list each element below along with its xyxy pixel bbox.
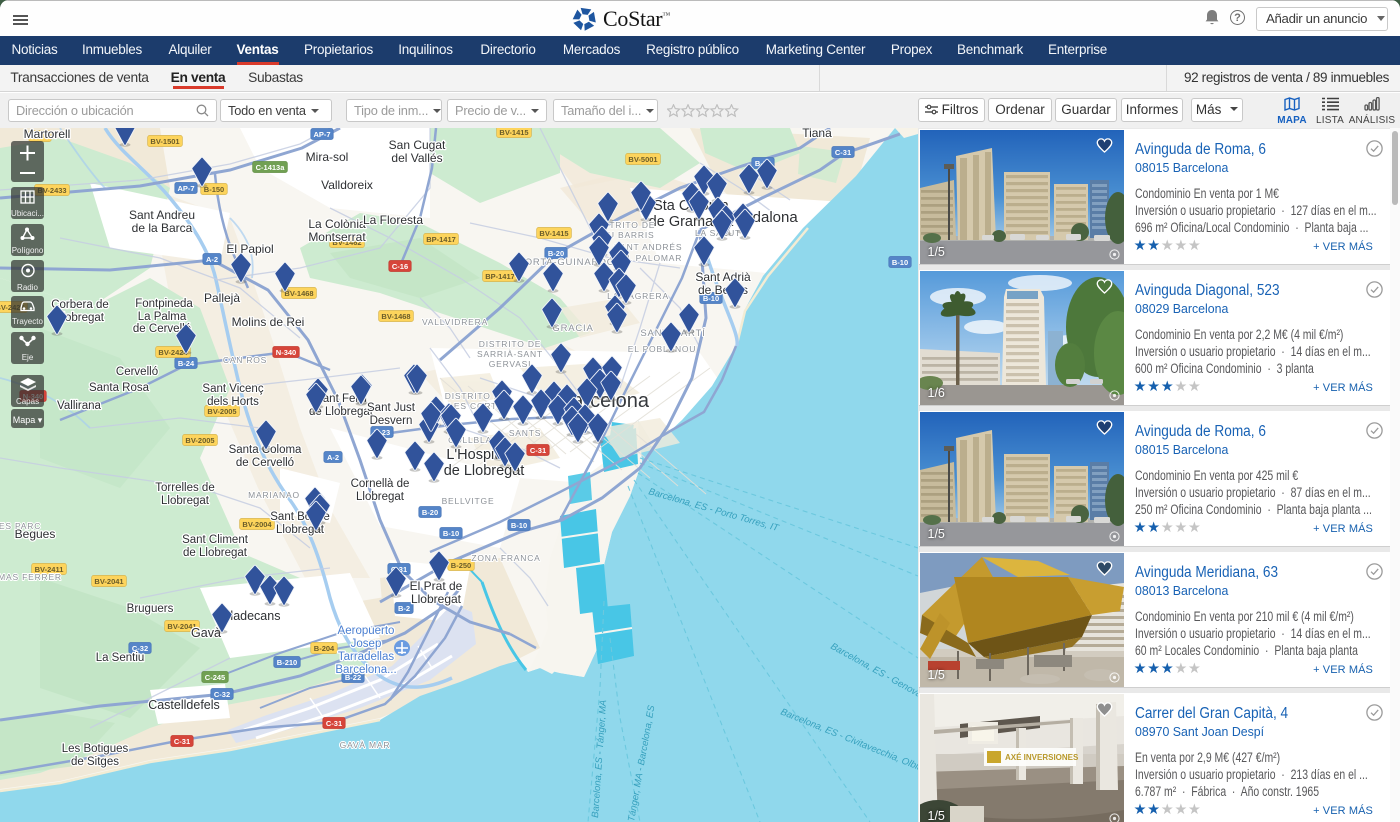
svg-text:Torrelles de: Torrelles de: [155, 482, 214, 494]
svg-text:Martorell: Martorell: [24, 128, 71, 141]
svg-text:GERVASI: GERVASI: [489, 359, 532, 369]
svg-text:San Cugat: San Cugat: [389, 138, 446, 152]
svg-text:Sant Andreu: Sant Andreu: [129, 208, 195, 222]
svg-text:Les Botigues: Les Botigues: [62, 743, 129, 755]
svg-text:SANTS: SANTS: [509, 428, 541, 438]
svg-text:AXÉ INVERSIONES: AXÉ INVERSIONES: [1005, 753, 1079, 762]
svg-text:Cervelló: Cervelló: [116, 366, 158, 378]
svg-text:BV-2004: BV-2004: [242, 520, 272, 529]
svg-text:de la Barca: de la Barca: [132, 221, 193, 235]
svg-text:EL POBLENOU: EL POBLENOU: [628, 344, 696, 354]
svg-text:B-10: B-10: [511, 521, 527, 530]
svg-text:BP-1417: BP-1417: [485, 272, 515, 281]
svg-text:Barcelona...: Barcelona...: [335, 664, 396, 676]
svg-text:Llobregat: Llobregat: [356, 491, 405, 503]
svg-text:ES PARC: ES PARC: [0, 521, 41, 531]
svg-text:Valldoreix: Valldoreix: [321, 178, 373, 192]
svg-text:El Papiol: El Papiol: [226, 242, 273, 256]
svg-text:GRACIA: GRACIA: [552, 323, 593, 334]
svg-text:N-340: N-340: [276, 348, 296, 357]
svg-text:BELLVITGE: BELLVITGE: [442, 496, 495, 506]
svg-text:Sant Just: Sant Just: [367, 402, 416, 414]
svg-text:BV-1415: BV-1415: [539, 229, 568, 238]
svg-text:La Palma: La Palma: [138, 311, 187, 323]
svg-text:Tiana: Tiana: [802, 128, 832, 140]
svg-text:GAVÀ MAR: GAVÀ MAR: [340, 740, 391, 750]
svg-text:VALLVIDRERA: VALLVIDRERA: [422, 317, 488, 327]
svg-text:de Llobregat: de Llobregat: [183, 547, 248, 559]
svg-text:Montserrat: Montserrat: [308, 230, 366, 244]
svg-text:BV-2005: BV-2005: [207, 407, 236, 416]
svg-text:Vallirana: Vallirana: [57, 400, 101, 412]
svg-text:C-31: C-31: [174, 737, 190, 746]
svg-text:C-1413a: C-1413a: [256, 163, 286, 172]
svg-text:B-210: B-210: [277, 658, 297, 667]
svg-text:BV-5001: BV-5001: [628, 155, 657, 164]
svg-text:dels Horts: dels Horts: [207, 396, 259, 408]
svg-text:Sant Climent: Sant Climent: [182, 534, 249, 546]
svg-text:B-250: B-250: [451, 561, 471, 570]
svg-text:La Sentiu: La Sentiu: [96, 652, 145, 664]
svg-text:Molins de Rei: Molins de Rei: [232, 315, 305, 329]
svg-text:AP-7: AP-7: [313, 130, 330, 139]
svg-text:Gavà: Gavà: [191, 626, 221, 640]
svg-text:Sant Vicenç: Sant Vicenç: [202, 383, 263, 395]
svg-text:Fontpineda: Fontpineda: [135, 298, 193, 310]
svg-text:DISTRITO DE: DISTRITO DE: [479, 339, 541, 349]
svg-text:B-10: B-10: [892, 258, 908, 267]
svg-text:BV-1468: BV-1468: [381, 312, 410, 321]
svg-text:Santa Rosa: Santa Rosa: [89, 382, 150, 394]
svg-text:Cornellà de: Cornellà de: [351, 478, 410, 490]
svg-text:Tarradellas: Tarradellas: [338, 651, 394, 663]
svg-text:B-2: B-2: [398, 604, 410, 613]
svg-text:C-31: C-31: [326, 719, 342, 728]
svg-text:C-31: C-31: [835, 148, 851, 157]
svg-text:SARRIÀ-SANT: SARRIÀ-SANT: [477, 349, 543, 359]
svg-text:Llobregat: Llobregat: [161, 495, 210, 507]
svg-text:B-10: B-10: [443, 529, 459, 538]
svg-text:C-16: C-16: [392, 262, 408, 271]
svg-text:de Sitges: de Sitges: [71, 756, 119, 768]
svg-text:Mira-sol: Mira-sol: [306, 150, 349, 164]
svg-text:A-2: A-2: [206, 255, 218, 264]
svg-text:Sant Adrià: Sant Adrià: [695, 270, 751, 284]
svg-text:ZONA FRANCA: ZONA FRANCA: [471, 553, 540, 563]
svg-text:B-24: B-24: [178, 359, 195, 368]
svg-text:BV-2005: BV-2005: [185, 436, 214, 445]
svg-text:AP-7: AP-7: [177, 184, 194, 193]
svg-text:Desvern: Desvern: [370, 415, 413, 427]
svg-text:BV-2041: BV-2041: [94, 577, 123, 586]
svg-text:BV-1415: BV-1415: [499, 128, 528, 137]
svg-text:MAS FERRER: MAS FERRER: [0, 572, 62, 582]
svg-text:Josep: Josep: [351, 638, 382, 650]
svg-text:Castelldefels: Castelldefels: [148, 698, 220, 712]
svg-text:BP-1417: BP-1417: [426, 235, 456, 244]
svg-text:A-2: A-2: [327, 453, 339, 462]
svg-text:Llobregat: Llobregat: [411, 592, 462, 606]
svg-text:Pallejà: Pallejà: [204, 291, 240, 305]
svg-text:de Cervelló: de Cervelló: [236, 457, 294, 469]
svg-text:Aeropuerto: Aeropuerto: [338, 625, 395, 637]
svg-text:BV-1501: BV-1501: [150, 137, 179, 146]
svg-text:B-20: B-20: [422, 508, 438, 517]
svg-text:Bruguers: Bruguers: [127, 603, 174, 615]
svg-text:La Colònia: La Colònia: [308, 217, 366, 231]
svg-text:B-204: B-204: [314, 644, 335, 653]
svg-text:La Floresta: La Floresta: [363, 213, 423, 227]
svg-text:CAN ROS: CAN ROS: [223, 355, 267, 365]
svg-text:del Vallés: del Vallés: [391, 151, 442, 165]
svg-text:MARIANAO: MARIANAO: [248, 490, 300, 500]
svg-text:C-31: C-31: [530, 446, 546, 455]
svg-text:C-245: C-245: [205, 673, 225, 682]
